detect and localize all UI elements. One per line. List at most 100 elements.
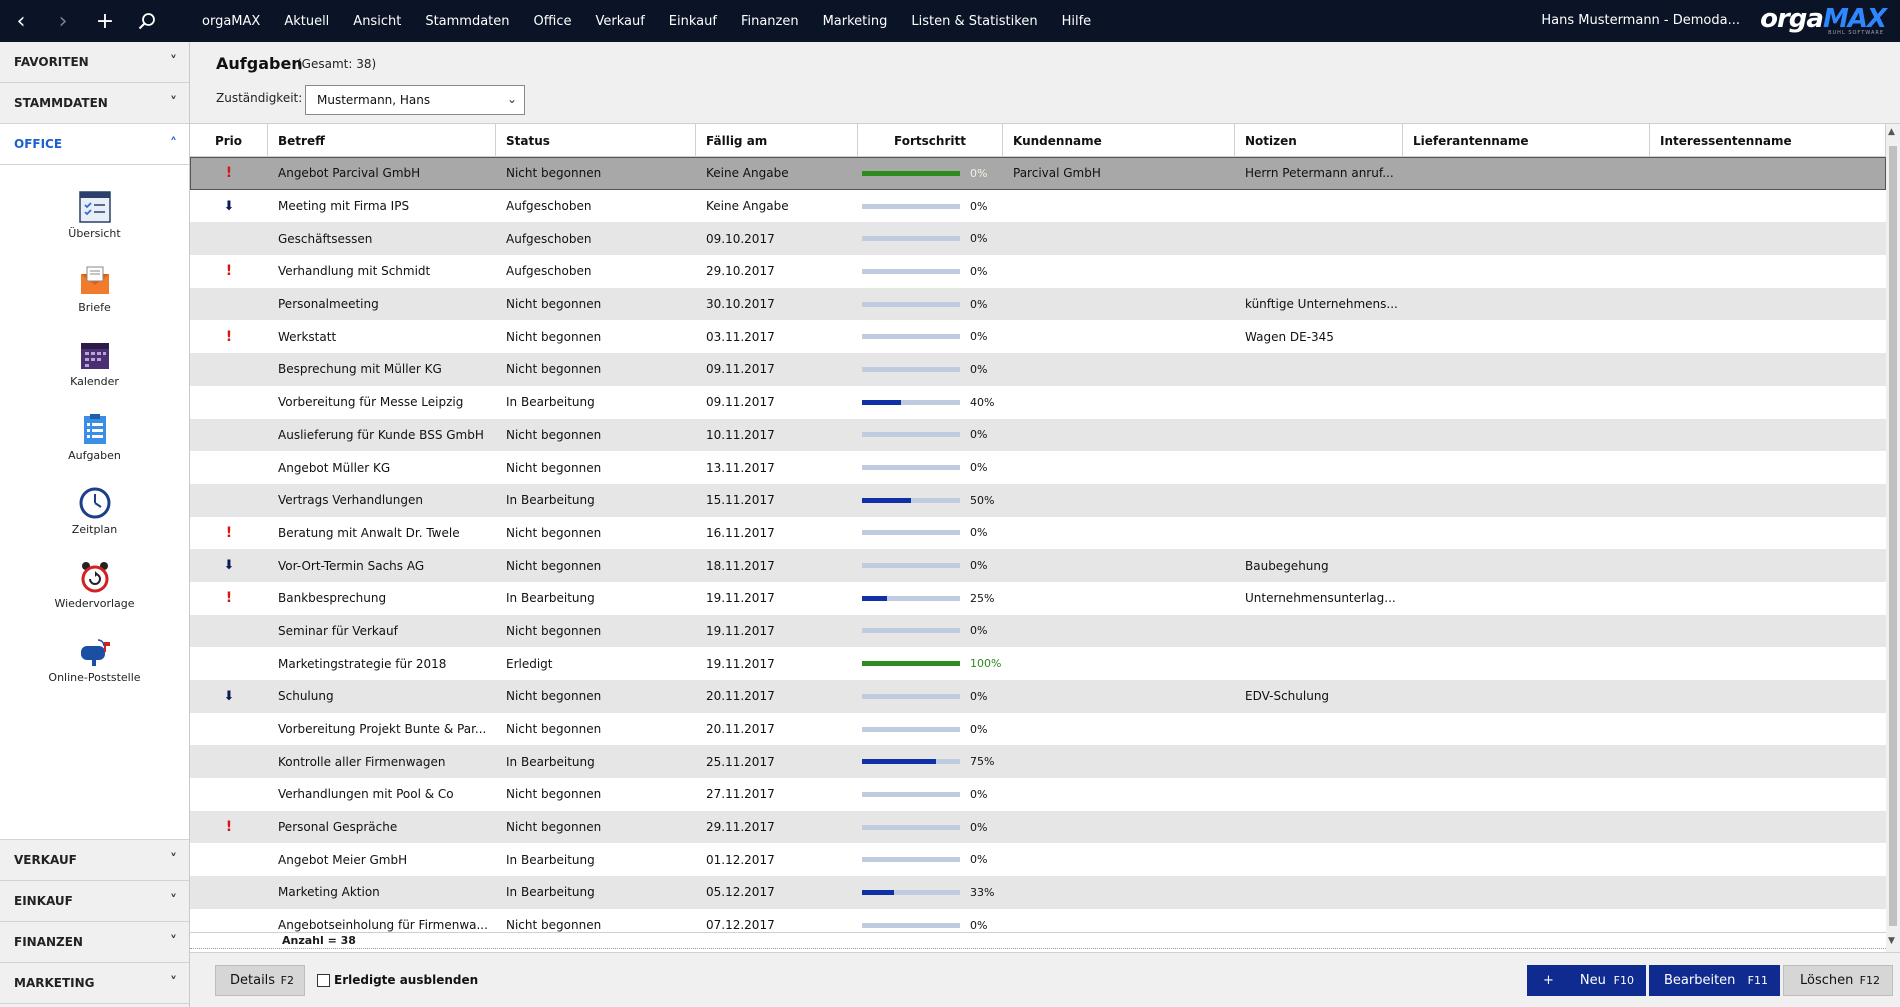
table-row[interactable]: Angebot Meier GmbH In Bearbeitung 01.12.20…: [190, 843, 1886, 877]
cell-lieferantenname: [1403, 680, 1650, 713]
menu-item-office[interactable]: Office: [522, 14, 584, 29]
col-prio-header[interactable]: Prio: [190, 124, 268, 157]
table-row[interactable]: Vertrags Verhandlungen In Bearbeitung 15.1…: [190, 483, 1886, 517]
table-row[interactable]: Angebot Müller KG Nicht begonnen 13.11.201…: [190, 451, 1886, 484]
table-row[interactable]: Seminar für Verkauf Nicht begonnen 19.11.2…: [190, 614, 1886, 648]
cell-prio: [190, 451, 268, 484]
sidebar-section-verkauf[interactable]: VERKAUF ˅: [0, 840, 189, 881]
table-row[interactable]: Vorbereitung Projekt Bunte & Par... Nicht…: [190, 712, 1886, 746]
sidebar-item-overview[interactable]: Übersicht: [0, 189, 189, 263]
cell-betreff: Vorbereitung für Messe Leipzig: [268, 386, 496, 419]
table-row[interactable]: Personalmeeting Nicht begonnen 30.10.2017 0…: [190, 287, 1886, 321]
table-row[interactable]: ! Werkstatt Nicht begonnen 03.11.2017 0% Wage…: [190, 320, 1886, 354]
cell-betreff: Angebot Parcival GmbH: [268, 157, 496, 190]
menu-item-verkauf[interactable]: Verkauf: [583, 14, 656, 29]
table-row[interactable]: Geschäftsessen Aufgeschoben 09.10.2017 0%: [190, 222, 1886, 256]
col-kundenname-header[interactable]: Kundenname: [1003, 124, 1235, 157]
delete-button[interactable]: Löschen F12: [1783, 965, 1893, 996]
sidebar-section-marketing[interactable]: MARKETING ˅: [0, 963, 189, 1004]
cell-notizen-text: Baubegehung: [1245, 558, 1329, 573]
sidebar-item-tasks[interactable]: Aufgaben: [0, 411, 189, 485]
progress-text: 0%: [970, 461, 988, 475]
cell-status: In Bearbeitung: [496, 876, 696, 909]
cell-faellig: 29.11.2017: [696, 811, 858, 844]
col-notizen-header[interactable]: Notizen: [1235, 124, 1403, 157]
col-interessentenname-header[interactable]: Interessentenname: [1650, 124, 1886, 157]
table-row[interactable]: Marketingstrategie für 2018 Erledigt 19.11…: [190, 647, 1886, 680]
plus-icon[interactable]: +: [84, 0, 126, 42]
table-row[interactable]: Besprechung mit Müller KG Nicht begonnen 0…: [190, 353, 1886, 386]
sidebar-section-favoriten[interactable]: FAVORITEN ˅: [0, 42, 189, 83]
table-row[interactable]: ! Bankbesprechung In Bearbeitung 19.11.2017…: [190, 581, 1886, 615]
col-fortschritt-header[interactable]: Fortschritt: [858, 124, 1003, 157]
cell-lieferantenname: [1403, 222, 1650, 255]
cell-status: In Bearbeitung: [496, 386, 696, 419]
col-lieferantenname-header[interactable]: Lieferantenname: [1403, 124, 1650, 157]
cell-fortschritt: 33%: [858, 876, 1003, 909]
cell-betreff: Beratung mit Anwalt Dr. Twele: [268, 517, 496, 550]
scroll-up-icon[interactable]: ▲: [1888, 127, 1895, 137]
cell-faellig: Keine Angabe: [696, 190, 858, 223]
table-row[interactable]: Angebotseinholung für Firmenwa... Nicht b…: [190, 908, 1886, 932]
sidebar-section-einkauf[interactable]: EINKAUF ˅: [0, 881, 189, 922]
menu-item-einkauf[interactable]: Einkauf: [657, 14, 729, 29]
menu-item-orgamax[interactable]: orgaMAX: [190, 14, 272, 29]
cell-fortschritt: 0%: [858, 843, 1003, 876]
sidebar-section-stammdaten[interactable]: STAMMDATEN ˅: [0, 83, 189, 124]
sidebar-item-alarm-clock[interactable]: Wiedervorlage: [0, 559, 189, 633]
edit-button[interactable]: Bearbeiten F11: [1649, 965, 1780, 996]
cell-faellig-text: 29.10.2017: [706, 264, 775, 279]
table-row[interactable]: Kontrolle aller Firmenwagen In Bearbeitun…: [190, 745, 1886, 779]
cell-faellig: 16.11.2017: [696, 517, 858, 550]
menu-item-listen-statistiken[interactable]: Listen & Statistiken: [899, 14, 1049, 29]
cell-lieferantenname: [1403, 288, 1650, 321]
details-button[interactable]: Details F2: [215, 965, 305, 996]
cell-betreff-text: Kontrolle aller Firmenwagen: [278, 754, 446, 769]
menu-item-finanzen[interactable]: Finanzen: [729, 14, 811, 29]
menu-item-aktuell[interactable]: Aktuell: [272, 14, 341, 29]
progress-bar: [862, 661, 960, 667]
checkbox-box[interactable]: [317, 973, 330, 987]
vertical-scrollbar[interactable]: ▲ ▼: [1886, 124, 1900, 952]
table-row[interactable]: ⬇ Meeting mit Firma IPS Aufgeschoben Keine …: [190, 189, 1886, 223]
col-betreff-header[interactable]: Betreff: [268, 124, 496, 157]
table-row[interactable]: Verhandlungen mit Pool & Co Nicht begonne…: [190, 778, 1886, 811]
table-row[interactable]: ⬇ Schulung Nicht begonnen 20.11.2017 0% EDV-S…: [190, 680, 1886, 713]
menu-item-stammdaten[interactable]: Stammdaten: [413, 14, 521, 29]
hide-completed-checkbox[interactable]: Erledigte ausblenden: [317, 973, 478, 987]
cell-fortschritt: 0%: [858, 909, 1003, 932]
col-status-header[interactable]: Status: [496, 124, 696, 157]
cell-lieferantenname: [1403, 451, 1650, 484]
menu-item-hilfe[interactable]: Hilfe: [1050, 14, 1104, 29]
sidebar-item-clock[interactable]: Zeitplan: [0, 485, 189, 559]
menu-item-marketing[interactable]: Marketing: [811, 14, 900, 29]
cell-status: Aufgeschoben: [496, 255, 696, 288]
sidebar-item-letter[interactable]: Briefe: [0, 263, 189, 337]
forward-arrow-icon[interactable]: ›: [42, 0, 84, 42]
menu-item-ansicht[interactable]: Ansicht: [341, 14, 413, 29]
sidebar-section-office[interactable]: OFFICE ˄: [0, 124, 189, 165]
cell-fortschritt: 75%: [858, 745, 1003, 778]
table-row[interactable]: Marketing Aktion In Bearbeitung 05.12.2017…: [190, 876, 1886, 909]
search-icon[interactable]: [126, 0, 168, 42]
table-row[interactable]: ! Verhandlung mit Schmidt Aufgeschoben 29.1…: [190, 255, 1886, 288]
back-arrow-icon[interactable]: ‹: [0, 0, 42, 42]
table-row[interactable]: ! Angebot Parcival GmbH Nicht begonnen Kein…: [190, 157, 1886, 190]
sidebar-item-mailbox[interactable]: Online-Poststelle: [0, 633, 189, 707]
new-button[interactable]: + Neu F10: [1527, 965, 1646, 996]
table-row[interactable]: ! Beratung mit Anwalt Dr. Twele Nicht bego…: [190, 516, 1886, 550]
table-row[interactable]: ! Personal Gespräche Nicht begonnen 29.11.2…: [190, 810, 1886, 844]
table-row[interactable]: ⬇ Vor-Ort-Termin Sachs AG Nicht begonnen 18…: [190, 549, 1886, 582]
table-row[interactable]: Vorbereitung für Messe Leipzig In Bearbei…: [190, 385, 1886, 419]
scroll-thumb[interactable]: [1889, 146, 1897, 926]
cell-kundenname: [1003, 778, 1235, 811]
progress: 0%: [862, 461, 1003, 474]
user-name[interactable]: Hans Mustermann - Demoda...: [1541, 13, 1740, 28]
col-faellig-header[interactable]: Fällig am: [696, 124, 858, 157]
scroll-down-icon[interactable]: ▼: [1888, 936, 1895, 946]
sidebar-item-calendar[interactable]: Kalender: [0, 337, 189, 411]
sidebar-section-finanzen[interactable]: FINANZEN ˅: [0, 922, 189, 963]
table-row[interactable]: Auslieferung für Kunde BSS GmbH Nicht beg…: [190, 418, 1886, 452]
responsibility-select[interactable]: Mustermann, Hans ⌄: [305, 85, 525, 115]
cell-prio: [190, 615, 268, 648]
